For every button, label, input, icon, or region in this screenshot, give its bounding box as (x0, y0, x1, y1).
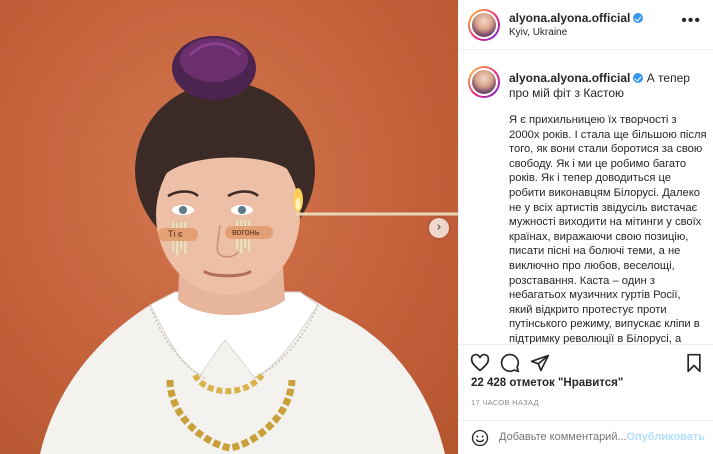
caption-title-line: alyona.alyona.official А тепер про мій ф… (509, 71, 705, 101)
chevron-right-icon: › (436, 220, 442, 235)
comment-input[interactable] (499, 431, 629, 443)
heart-icon[interactable] (470, 353, 490, 373)
post-sidebar: alyona.alyona.official Kyiv, Ukraine •••… (458, 0, 713, 454)
caption-username[interactable]: alyona.alyona.official (509, 71, 630, 85)
next-photo-button[interactable]: › (429, 218, 449, 238)
portrait-illustration (40, 36, 458, 454)
caption-avatar[interactable] (468, 66, 500, 98)
add-comment-bar: Опубликовать (459, 420, 713, 454)
bookmark-icon[interactable] (685, 353, 703, 373)
header-location[interactable]: Kyiv, Ukraine (509, 27, 567, 38)
caption-area: alyona.alyona.official А тепер про мій ф… (459, 51, 713, 344)
publish-button[interactable]: Опубликовать (626, 431, 705, 443)
comment-icon[interactable] (500, 353, 520, 373)
verified-badge-icon (633, 13, 644, 23)
avatar[interactable] (468, 9, 500, 41)
verified-badge-icon (633, 73, 644, 83)
post-header: alyona.alyona.official Kyiv, Ukraine ••• (459, 0, 713, 50)
header-username-row: alyona.alyona.official (509, 11, 644, 25)
patch-left-text: Ті є (168, 229, 183, 239)
caption-body: Я є прихильницею їх творчості з 2000х ро… (509, 114, 707, 344)
post-timestamp[interactable]: 17 ЧАСОВ НАЗАД (471, 398, 539, 407)
emoji-icon[interactable] (471, 429, 489, 447)
post-photo: Ті є вогонь › (0, 0, 458, 454)
likes-count[interactable]: 22 428 отметок "Нравится" (471, 377, 623, 389)
header-username[interactable]: alyona.alyona.official (509, 11, 630, 25)
share-icon[interactable] (530, 353, 550, 373)
patch-right-text: вогонь (232, 227, 260, 237)
action-bar (459, 344, 713, 380)
more-options-icon[interactable]: ••• (681, 13, 701, 29)
